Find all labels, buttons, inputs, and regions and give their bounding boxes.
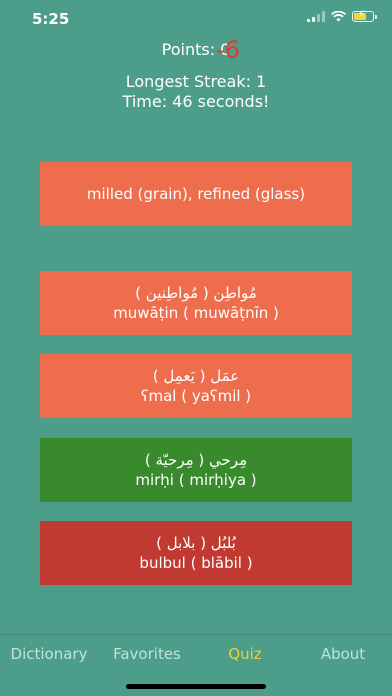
longest-streak-label: Longest Streak: 1 — [125, 72, 267, 91]
wifi-icon — [331, 11, 346, 22]
answer-transliteration: ʕmal ( yaʕmil ) — [140, 387, 252, 405]
tab-quiz[interactable]: Quiz — [196, 635, 294, 675]
tab-bar: Dictionary Favorites Quiz About — [0, 634, 392, 675]
tab-dictionary[interactable]: Dictionary — [0, 635, 98, 675]
status-bar: 5:25 ⚡ — [0, 0, 392, 36]
answer-transliteration: mirḥi ( mirḥiya ) — [135, 471, 257, 489]
answer-option-4-correct[interactable]: مِرحي ( مِرحيّة ) mirḥi ( mirḥiya ) — [40, 438, 352, 502]
answer-arabic: مِرحي ( مِرحيّة ) — [144, 451, 248, 469]
elapsed-time-label: Time: 46 seconds! — [122, 92, 270, 111]
penalty-indicator: -6 — [216, 36, 240, 64]
answer-arabic: مُواطِن ( مُواطِنين ) — [135, 284, 257, 302]
status-time: 5:25 — [32, 10, 70, 28]
tab-favorites[interactable]: Favorites — [98, 635, 196, 675]
answer-arabic: عمَل ( يَعمِل ) — [152, 367, 240, 385]
status-icons: ⚡ — [307, 9, 377, 22]
home-indicator[interactable] — [126, 684, 266, 689]
answer-option-2[interactable]: مُواطِن ( مُواطِنين ) muwāṭin ( muwāṭnīn… — [40, 271, 352, 335]
points-label: Points: 0 — [161, 40, 231, 59]
battery-icon: ⚡ — [352, 9, 377, 22]
answer-transliteration: muwāṭin ( muwāṭnīn ) — [113, 304, 279, 322]
answer-text: milled (grain), refined (glass) — [86, 185, 306, 203]
answer-option-3[interactable]: عمَل ( يَعمِل ) ʕmal ( yaʕmil ) — [40, 354, 352, 418]
tab-about[interactable]: About — [294, 635, 392, 675]
answer-transliteration: bulbul ( blābil ) — [139, 554, 253, 572]
answer-option-5-wrong[interactable]: بُلبُل ( بلابل ) bulbul ( blābil ) — [40, 521, 352, 585]
answer-arabic: بُلبُل ( بلابل ) — [156, 534, 236, 552]
signal-icon — [307, 11, 325, 22]
answer-option-1[interactable]: milled (grain), refined (glass) — [40, 162, 352, 226]
